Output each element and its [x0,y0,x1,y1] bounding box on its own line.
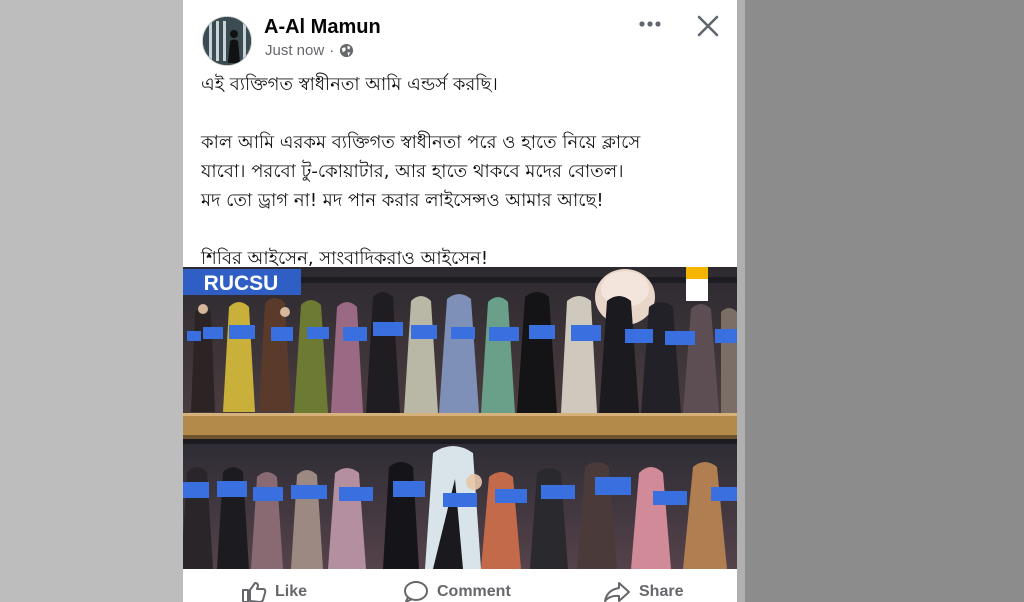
share-icon [604,582,630,602]
post-photo[interactable]: RUCSU [183,267,737,569]
post-meta: Just now · [265,42,354,59]
share-label: Share [639,583,684,600]
post-text-line: এই ব্যক্তিগত স্বাধীনতা আমি এন্ডর্স করছি। [201,74,498,95]
avatar[interactable] [202,16,252,66]
more-options-button[interactable] [635,12,665,36]
comment-label: Comment [437,583,511,600]
post-text: এই ব্যক্তিগত স্বাধীনতা আমি এন্ডর্স করছি।… [201,70,721,273]
photo-image: RUCSU [183,267,737,569]
close-icon [697,15,719,37]
close-button[interactable] [694,12,724,40]
comment-icon [404,581,428,602]
comment-button[interactable]: Comment [403,581,511,602]
background-left [0,0,183,602]
post-text-line: যাবো। পরবো টু-কোয়াটার, আর হাতে থাকবে মদ… [201,161,624,182]
timestamp[interactable]: Just now [265,42,324,59]
meta-separator: · [329,42,335,59]
ellipsis-icon [639,21,661,27]
figures-row-top [191,292,737,413]
post-action-bar: Like Comment Share [183,569,737,602]
photo-badge: RUCSU [204,272,279,295]
thumbs-up-icon [242,582,267,602]
background-right-edge [737,0,745,602]
like-button[interactable]: Like [241,581,307,602]
author-name[interactable]: A-Al Mamun [264,16,381,39]
like-label: Like [275,583,308,600]
post-card: A-Al Mamun Just now · এই ব্যক্তিগত স্বাধ… [183,0,737,602]
post-text-line: মদ তো ড্রাগ না! মদ পান করার লাইসেন্সও আম… [201,190,604,211]
globe-icon [340,43,354,58]
post-text-line: কাল আমি এরকম ব্যক্তিগত স্বাধীনতা পরে ও হ… [201,132,641,153]
share-button[interactable]: Share [603,581,683,602]
